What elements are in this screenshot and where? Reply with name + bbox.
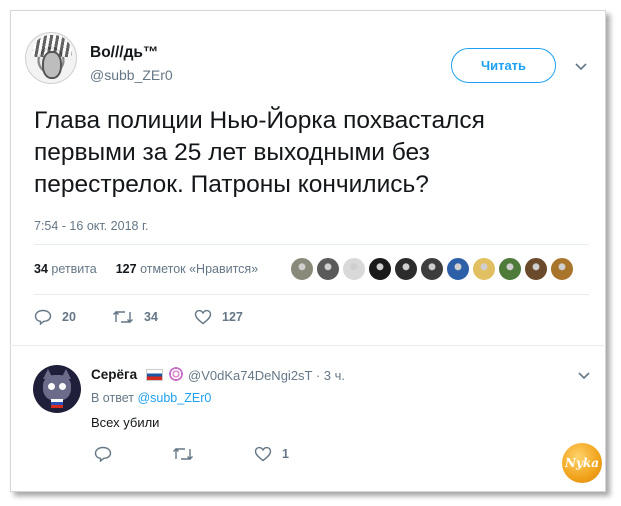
author-display-name[interactable]: Во///дь™ (90, 44, 158, 62)
chevron-down-icon[interactable] (577, 371, 591, 381)
liker-avatar[interactable] (316, 257, 340, 281)
liker-avatar[interactable] (524, 257, 548, 281)
reply-to-handle-link[interactable]: @subb_ZEr0 (137, 391, 211, 405)
reply-retweet-action[interactable] (172, 446, 254, 462)
likers-avatars (290, 257, 576, 281)
chevron-down-icon[interactable] (574, 62, 588, 72)
liker-avatar[interactable] (446, 257, 470, 281)
reply-icon (94, 446, 112, 462)
face-graphic (42, 51, 62, 79)
reply-action[interactable]: 20 (34, 309, 112, 325)
liker-avatar[interactable] (472, 257, 496, 281)
heart-icon (254, 446, 272, 462)
spiral-emoji-icon (168, 366, 184, 382)
reply-to-line: В ответ @subb_ZEr0 (91, 391, 211, 405)
divider (34, 244, 589, 245)
author-handle[interactable]: @subb_ZEr0 (90, 67, 173, 83)
site-watermark-logo: Nyka (562, 443, 602, 483)
liker-avatar[interactable] (420, 257, 444, 281)
tweet-timestamp[interactable]: 7:54 - 16 окт. 2018 г. (34, 219, 148, 233)
reply-to-prefix: В ответ (91, 391, 134, 405)
likes-label[interactable]: отметок «Нравится» (140, 262, 258, 276)
engagement-stats: 34 ретвита 127 отметок «Нравится» (34, 262, 258, 276)
tweet-text: Глава полиции Нью-Йорка похвастался перв… (34, 107, 485, 198)
tweet-actions: 20 34 127 (34, 309, 243, 325)
reply-icon (34, 309, 52, 325)
liker-avatar[interactable] (394, 257, 418, 281)
reply-like-count: 1 (282, 447, 289, 461)
reply-like-action[interactable]: 1 (254, 446, 289, 462)
retweets-count[interactable]: 34 (34, 262, 48, 276)
retweet-count: 34 (144, 310, 158, 324)
divider (10, 345, 606, 346)
reply-reply-action[interactable] (94, 446, 172, 462)
liker-avatar[interactable] (498, 257, 522, 281)
likes-count[interactable]: 127 (116, 262, 137, 276)
reply-author-avatar[interactable] (33, 365, 81, 413)
liker-avatar[interactable] (342, 257, 366, 281)
reply-author-name[interactable]: Серёга (91, 367, 137, 382)
retweet-action[interactable]: 34 (112, 309, 194, 325)
flag-icon (51, 399, 63, 408)
heart-icon (194, 309, 212, 325)
reply-count: 20 (62, 310, 76, 324)
reply-author-handle[interactable]: @V0dKa74DeNgi2sT · 3 ч. (188, 368, 345, 383)
like-action[interactable]: 127 (194, 309, 243, 325)
like-count: 127 (222, 310, 243, 324)
author-avatar[interactable] (25, 32, 77, 84)
liker-avatar[interactable] (290, 257, 314, 281)
follow-button[interactable]: Читать (451, 48, 556, 83)
retweet-icon (173, 448, 193, 460)
divider (34, 294, 589, 295)
retweets-label[interactable]: ретвита (51, 262, 96, 276)
liker-avatar[interactable] (368, 257, 392, 281)
russia-flag-icon (146, 369, 163, 381)
retweet-icon (113, 311, 133, 323)
reply-text: Всех убили (91, 415, 160, 430)
liker-avatar[interactable] (550, 257, 574, 281)
reply-actions: 1 (94, 446, 289, 462)
